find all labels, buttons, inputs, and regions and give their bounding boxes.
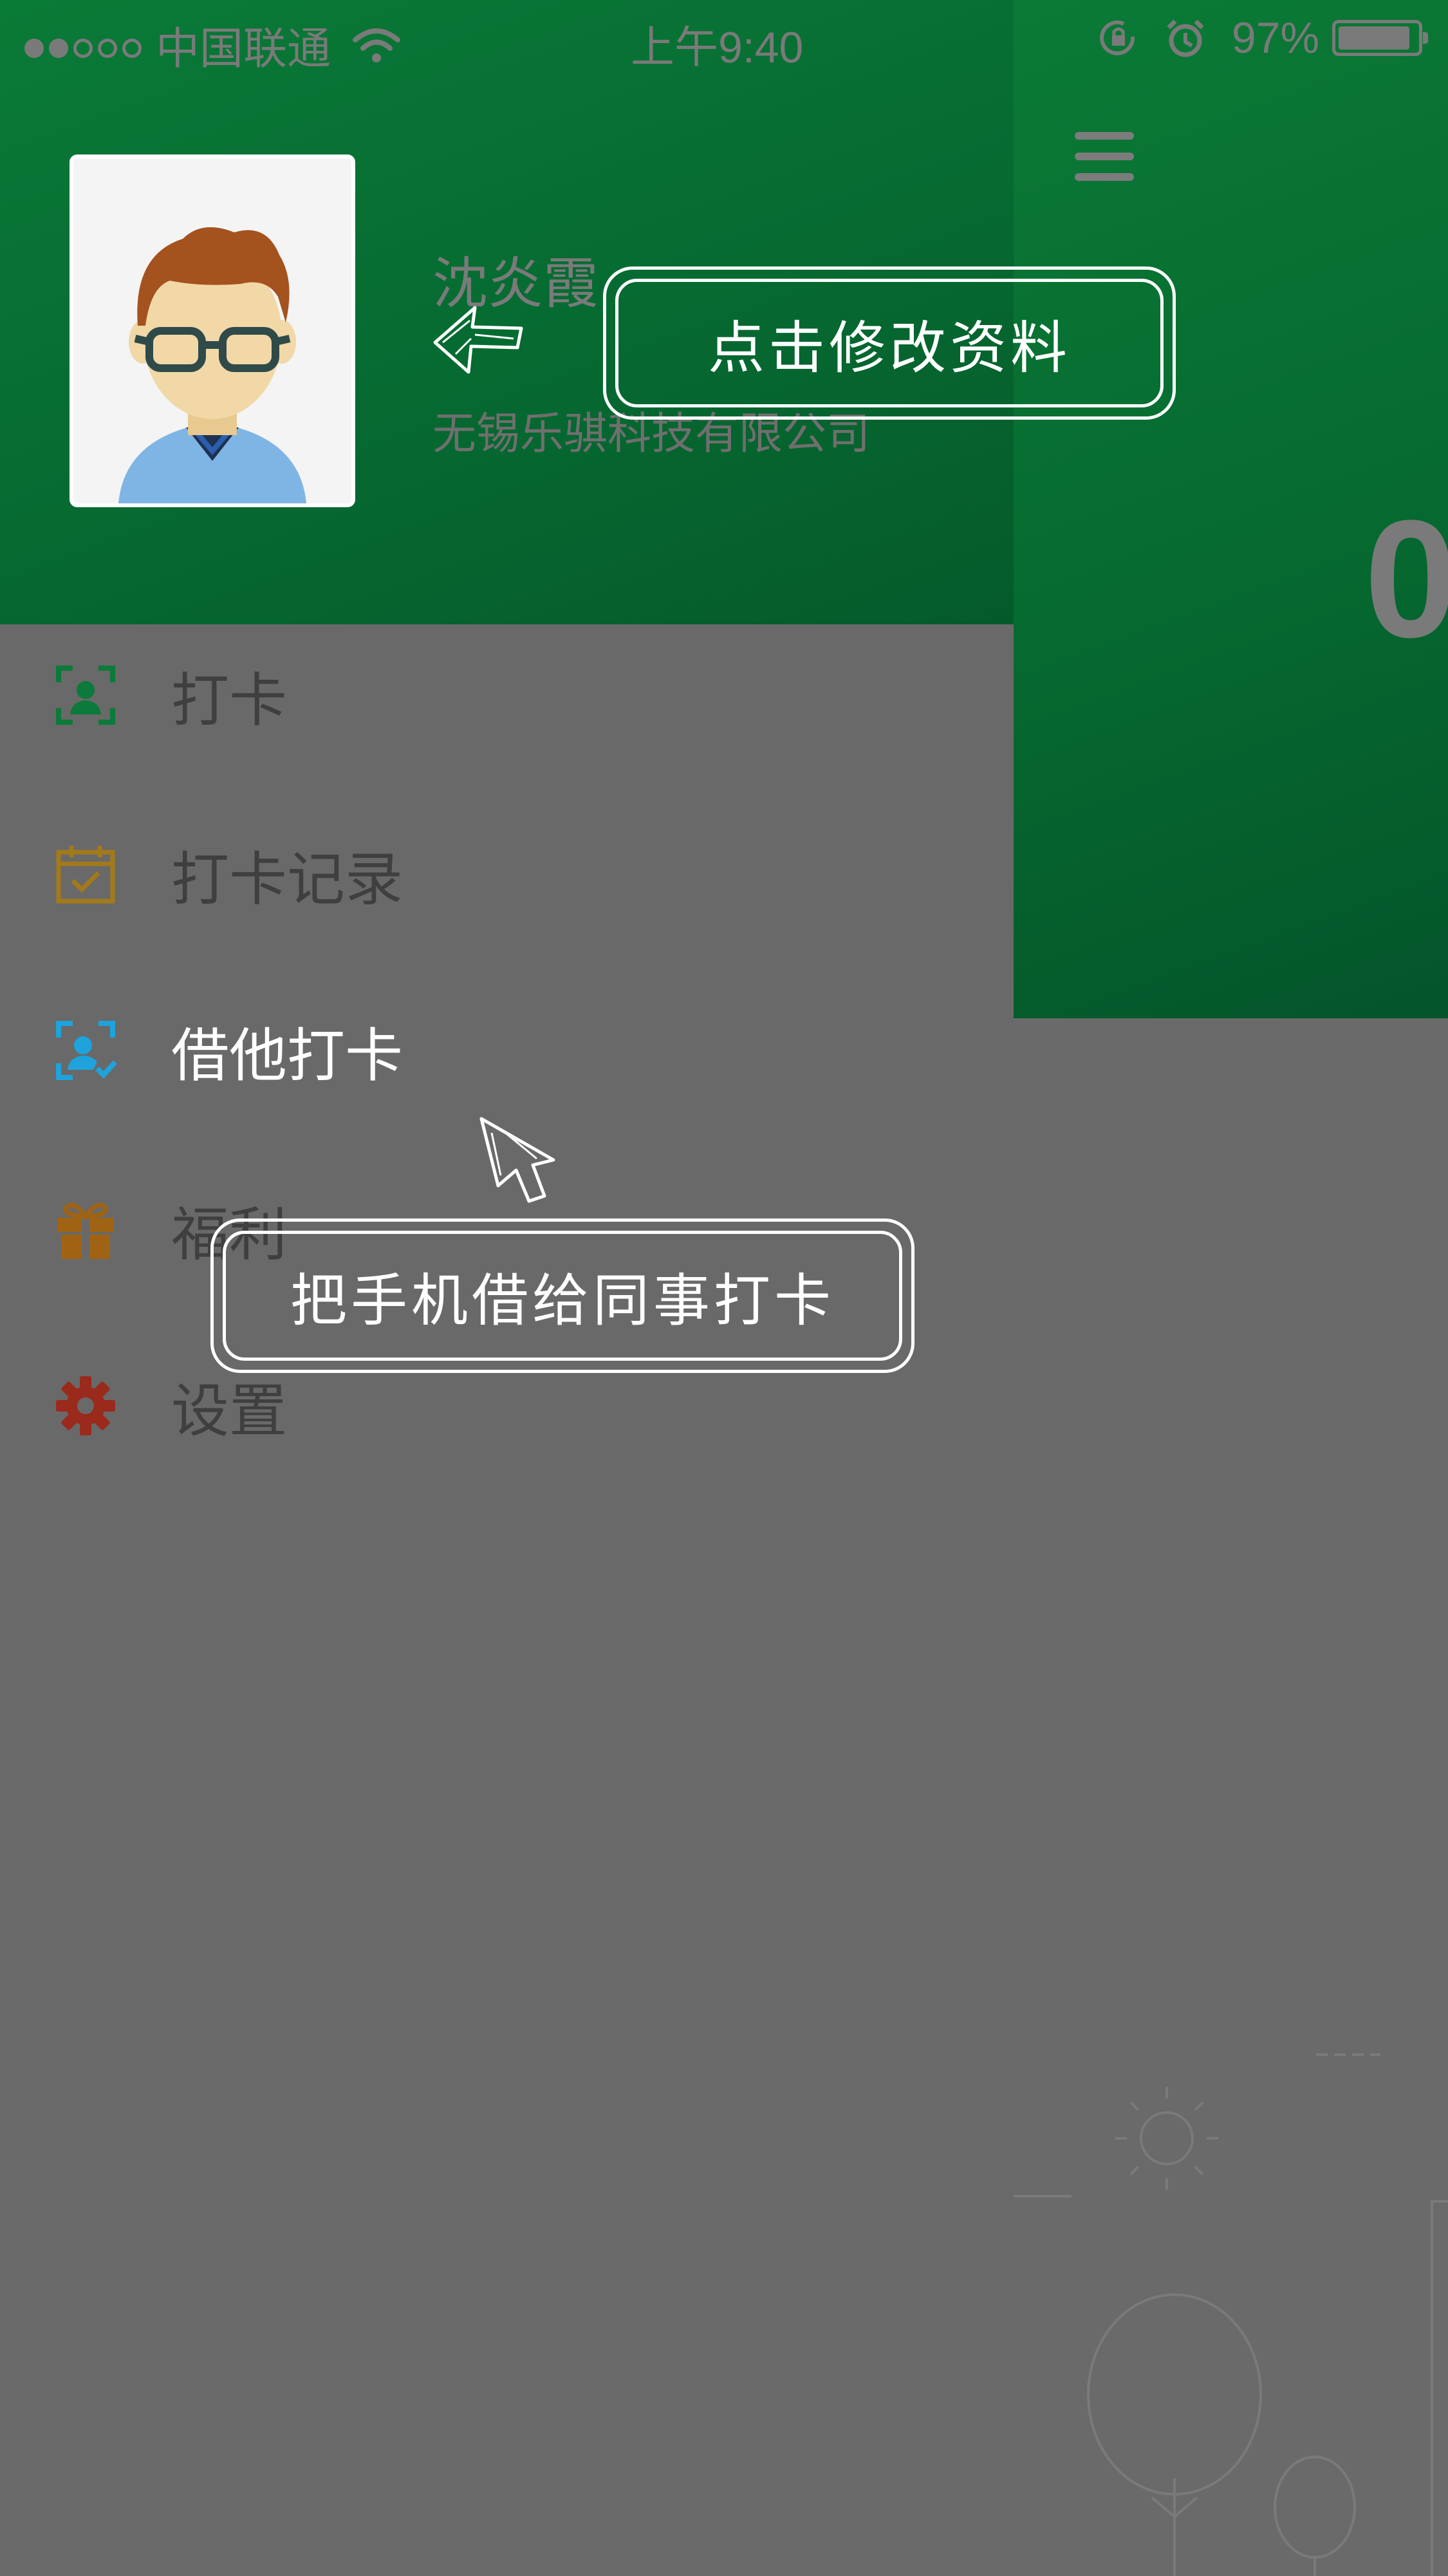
edit-profile-tip-text: 点击修改资料 [615,279,1164,407]
lend-phone-tip[interactable]: 把手机借给同事打卡 [210,1218,914,1373]
gift-icon [57,1202,114,1259]
decorative-illustration [1014,2053,1448,2576]
avatar[interactable] [70,154,355,507]
battery-percent: 97% [1231,14,1319,62]
status-bar: 中国联通 上午9:40 97% [0,0,1448,77]
menu-item-punch[interactable]: 打卡 [0,631,1014,760]
menu-icon[interactable] [1075,132,1134,182]
pointer-arrow-icon [479,1117,555,1203]
rotation-lock-icon [1099,20,1135,55]
menu-item-lend-punch[interactable]: 借他打卡 [0,986,1014,1115]
wifi-icon [353,28,401,62]
gear-icon [56,1376,115,1435]
battery-icon [1332,20,1428,56]
menu-item-label: 打卡 [171,667,287,734]
menu-item-label: 设置 [171,1377,287,1445]
edit-profile-tip[interactable]: 点击修改资料 [603,266,1176,420]
calendar-check-icon [56,846,115,904]
face-scan-icon [56,666,115,725]
status-time: 上午9:40 [631,23,804,72]
punch-count: 0 [1364,486,1448,673]
lend-phone-tip-text: 把手机借给同事打卡 [223,1231,902,1361]
pointer-arrow-icon [433,306,523,374]
signal-strength-icon [24,20,147,70]
main-page-header: 0 [1014,0,1448,1018]
menu-item-label: 借他打卡 [171,1022,403,1090]
face-scan-check-icon [56,1021,116,1080]
avatar-illustration-icon [73,158,351,503]
alarm-icon [1167,19,1204,57]
menu-item-label: 打卡记录 [171,846,403,913]
menu-item-punch-records[interactable]: 打卡记录 [0,810,1014,938]
carrier-name: 中国联通 [156,24,331,73]
